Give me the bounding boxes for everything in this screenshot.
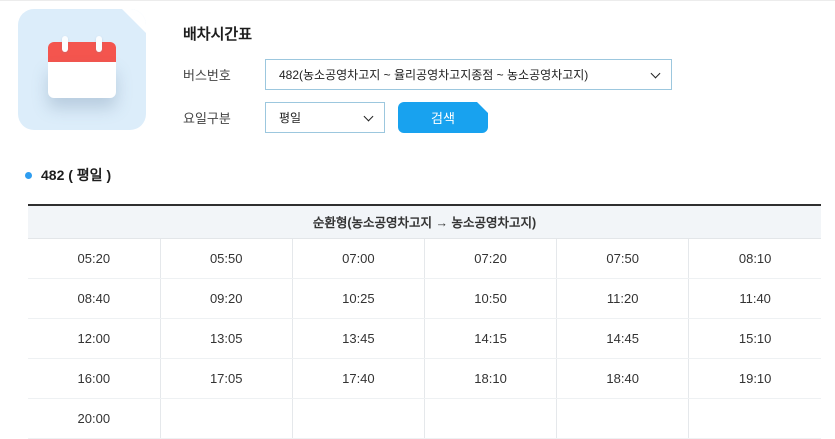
- time-cell: 15:10: [689, 318, 821, 358]
- bus-number-select[interactable]: 482(농소공영차고지 ~ 율리공영차고지종점 ~ 농소공영차고지): [265, 59, 672, 90]
- search-button-label: 검색: [431, 111, 455, 126]
- timetable: 순환형(농소공영차고지 → 농소공영차고지) 05:2005:5007:0007…: [28, 204, 821, 439]
- calendar-card: [18, 9, 146, 130]
- button-corner-cut: [477, 102, 488, 113]
- time-cell: 05:50: [160, 238, 292, 278]
- time-cell: 13:45: [292, 318, 424, 358]
- table-row: 12:0013:0513:4514:1514:4515:10: [28, 318, 821, 358]
- time-cell: [557, 398, 689, 438]
- calendar-icon: [48, 36, 116, 100]
- result-heading-text: 482 ( 평일 ): [41, 165, 111, 185]
- day-type-select[interactable]: 평일: [265, 102, 385, 133]
- time-cell: 16:00: [28, 358, 160, 398]
- calendar-ring-icon: [62, 36, 68, 52]
- card-corner-cut: [121, 9, 146, 34]
- search-button[interactable]: 검색: [398, 102, 488, 133]
- table-row: 05:2005:5007:0007:2007:5008:10: [28, 238, 821, 278]
- bus-number-row: 버스번호 482(농소공영차고지 ~ 율리공영차고지종점 ~ 농소공영차고지): [183, 59, 672, 90]
- time-cell: 07:20: [424, 238, 556, 278]
- bullet-icon: [25, 172, 32, 179]
- time-cell: 07:00: [292, 238, 424, 278]
- page-title: 배차시간표: [183, 23, 252, 44]
- timetable-header-row: 순환형(농소공영차고지 → 농소공영차고지): [28, 205, 821, 238]
- timetable-body: 05:2005:5007:0007:2007:5008:1008:4009:20…: [28, 238, 821, 438]
- time-cell: 12:00: [28, 318, 160, 358]
- time-cell: 17:05: [160, 358, 292, 398]
- time-cell: 18:10: [424, 358, 556, 398]
- time-cell: 14:45: [557, 318, 689, 358]
- time-cell: [292, 398, 424, 438]
- time-cell: 08:10: [689, 238, 821, 278]
- time-cell: 19:10: [689, 358, 821, 398]
- time-cell: 10:25: [292, 278, 424, 318]
- time-cell: [160, 398, 292, 438]
- table-row: 20:00: [28, 398, 821, 438]
- calendar-ring-icon: [96, 36, 102, 52]
- time-cell: 11:20: [557, 278, 689, 318]
- time-cell: 14:15: [424, 318, 556, 358]
- bus-number-select-wrap: 482(농소공영차고지 ~ 율리공영차고지종점 ~ 농소공영차고지): [265, 59, 672, 90]
- time-cell: 09:20: [160, 278, 292, 318]
- day-type-select-wrap: 평일: [265, 102, 385, 133]
- bus-number-label: 버스번호: [183, 65, 265, 84]
- table-row: 16:0017:0517:4018:1018:4019:10: [28, 358, 821, 398]
- result-section-heading: 482 ( 평일 ): [25, 165, 111, 185]
- time-cell: 08:40: [28, 278, 160, 318]
- time-cell: [689, 398, 821, 438]
- day-type-label: 요일구분: [183, 108, 265, 127]
- day-type-row: 요일구분 평일 검색: [183, 102, 488, 133]
- timetable-header-cell: 순환형(농소공영차고지 → 농소공영차고지): [28, 205, 821, 238]
- calendar-body: [48, 62, 116, 98]
- time-cell: 11:40: [689, 278, 821, 318]
- time-cell: 13:05: [160, 318, 292, 358]
- time-cell: 05:20: [28, 238, 160, 278]
- time-cell: 18:40: [557, 358, 689, 398]
- time-cell: [424, 398, 556, 438]
- time-cell: 17:40: [292, 358, 424, 398]
- calendar-header-bar: [48, 42, 116, 62]
- table-row: 08:4009:2010:2510:5011:2011:40: [28, 278, 821, 318]
- timetable-head: 순환형(농소공영차고지 → 농소공영차고지): [28, 205, 821, 238]
- time-cell: 07:50: [557, 238, 689, 278]
- schedule-form-section: 배차시간표 버스번호 482(농소공영차고지 ~ 율리공영차고지종점 ~ 농소공…: [0, 1, 835, 161]
- time-cell: 10:50: [424, 278, 556, 318]
- bus-schedule-page: { "page": { "title": "배차시간표" }, "form": …: [0, 0, 835, 438]
- time-cell: 20:00: [28, 398, 160, 438]
